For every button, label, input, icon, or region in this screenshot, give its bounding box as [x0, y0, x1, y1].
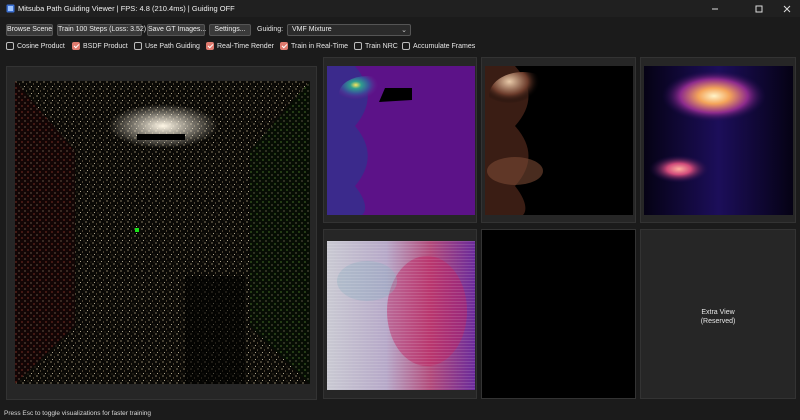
- checkbox[interactable]: [206, 42, 214, 50]
- guiding-select-value: VMF Mixture: [292, 26, 332, 33]
- minimize-icon: [712, 8, 718, 9]
- extra-view-placeholder: Extra View (Reserved): [641, 308, 795, 326]
- guiding-label: Guiding:: [257, 26, 284, 33]
- chevron-down-icon: ⌄: [401, 27, 407, 34]
- radiance-view-pane[interactable]: [481, 57, 636, 223]
- settings-button[interactable]: Settings...: [209, 24, 251, 36]
- pdf-heatmap[interactable]: [327, 66, 475, 215]
- option-real-time-render[interactable]: Real-Time Render: [206, 41, 274, 51]
- option-train-real-time[interactable]: Train in Real-Time: [280, 41, 348, 51]
- extra-view-pane: Extra View (Reserved): [640, 229, 796, 399]
- close-button[interactable]: [776, 0, 798, 17]
- extra-view-label: Extra View: [701, 309, 735, 316]
- close-icon: [783, 5, 791, 12]
- render-view[interactable]: [15, 81, 310, 384]
- radiance-view[interactable]: [485, 66, 633, 215]
- option-use-path-guiding[interactable]: Use Path Guiding: [134, 41, 200, 51]
- checkbox[interactable]: [6, 42, 14, 50]
- checkbox[interactable]: [72, 42, 80, 50]
- extra-view-sublabel: (Reserved): [700, 318, 736, 325]
- option-label: Accumulate Frames: [413, 42, 476, 50]
- vmf-lobe-view[interactable]: [644, 66, 793, 215]
- window-title: Mitsuba Path Guiding Viewer | FPS: 4.8 (…: [18, 4, 235, 13]
- checkbox[interactable]: [280, 42, 288, 50]
- train-steps-button[interactable]: Train 100 Steps (Loss: 3.52): [57, 24, 146, 36]
- minimize-button[interactable]: [704, 0, 726, 17]
- checkbox[interactable]: [354, 42, 362, 50]
- option-train-nrc[interactable]: Train NRC: [354, 41, 398, 51]
- title-bar: Mitsuba Path Guiding Viewer | FPS: 4.8 (…: [0, 0, 800, 17]
- option-label: Train NRC: [365, 42, 398, 50]
- nn-output-view[interactable]: [327, 241, 475, 390]
- maximize-icon: [755, 5, 763, 12]
- option-label: Use Path Guiding: [145, 42, 200, 50]
- guiding-select[interactable]: VMF Mixture ⌄: [287, 24, 411, 36]
- maximize-button[interactable]: [748, 0, 770, 17]
- save-gt-button[interactable]: Save GT Images...: [147, 24, 206, 36]
- empty-view-pane[interactable]: [481, 229, 636, 399]
- nn-output-pane[interactable]: [323, 229, 477, 399]
- option-cosine-product[interactable]: Cosine Product: [6, 41, 65, 51]
- option-accumulate-frames[interactable]: Accumulate Frames: [402, 41, 475, 51]
- pdf-view-pane[interactable]: [323, 57, 477, 223]
- checkbox[interactable]: [134, 42, 142, 50]
- browse-scene-button[interactable]: Browse Scene: [6, 24, 53, 36]
- main-render-pane[interactable]: [6, 66, 317, 400]
- status-text: Press Esc to toggle visualizations for f…: [4, 410, 152, 417]
- option-label: Train in Real-Time: [291, 42, 349, 50]
- option-label: Cosine Product: [17, 42, 65, 50]
- option-bsdf-product[interactable]: BSDF Product: [72, 41, 128, 51]
- app-icon: [6, 4, 15, 13]
- vmf-lobe-pane[interactable]: [640, 57, 796, 223]
- option-label: BSDF Product: [83, 42, 128, 50]
- checkbox[interactable]: [402, 42, 410, 50]
- option-label: Real-Time Render: [217, 42, 274, 50]
